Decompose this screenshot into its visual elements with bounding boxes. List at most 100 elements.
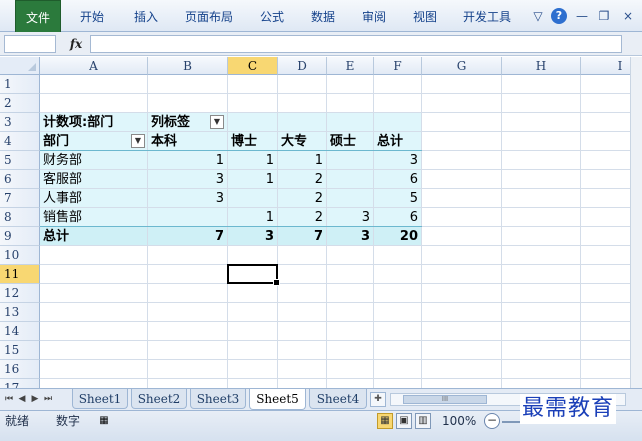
pivot-value-cell[interactable]: 6 [374,170,418,189]
pivot-grand-total-cell[interactable]: 3 [228,227,274,246]
tab-review[interactable]: 审阅 [358,0,390,32]
active-cell-c11[interactable] [227,264,280,286]
pivot-value-cell[interactable]: 1 [148,151,224,170]
help-icon[interactable]: ? [551,8,567,24]
formula-input[interactable] [90,35,622,53]
pivot-row-label-cell[interactable]: 人事部 [43,189,82,208]
page-layout-view-icon[interactable]: ▣ [396,413,412,429]
tab-formulas[interactable]: 公式 [256,0,288,32]
pivot-grand-total-cell[interactable]: 3 [327,227,370,246]
column-header-i[interactable]: I [581,57,630,75]
row-header-1[interactable]: 1 [0,75,40,94]
row-header-7[interactable]: 7 [0,189,40,208]
sheet-tab-sheet5[interactable]: Sheet5 [249,389,306,410]
pivot-value-cell[interactable]: 1 [228,170,274,189]
pivot-value-cell[interactable] [228,189,274,208]
macro-record-icon[interactable]: ▦ [96,414,112,428]
insert-sheet-icon[interactable]: ✚ [370,392,386,407]
pivot-value-cell[interactable]: 3 [148,170,224,189]
pivot-row-label-cell[interactable]: 销售部 [43,208,82,227]
pivot-value-cell[interactable]: 3 [374,151,418,170]
row-header-4[interactable]: 4 [0,132,40,151]
row-header-9[interactable]: 9 [0,227,40,246]
worksheet-grid[interactable]: A B C D E F G H I 1 2 3 4 5 6 7 8 9 10 11 12 13 14 15 16 17 计数项:部门… [0,57,630,388]
normal-view-icon[interactable]: ▦ [377,413,393,429]
column-header-c[interactable]: C [228,57,278,75]
column-header-g[interactable]: G [422,57,502,75]
column-header-a[interactable]: A [40,57,148,75]
column-header-e[interactable]: E [327,57,374,75]
row-labels-dropdown-icon[interactable]: ▼ [131,134,145,148]
pivot-grand-total-cell[interactable]: 20 [374,227,418,246]
restore-icon[interactable]: ❐ [596,8,612,24]
ribbon-options-icon[interactable]: ▽ [530,8,546,24]
pivot-value-cell[interactable]: 6 [374,208,418,227]
pivot-value-cell[interactable]: 2 [278,189,323,208]
pivot-column-header[interactable]: 大专 [281,132,307,151]
sheet-tab-sheet2[interactable]: Sheet2 [131,389,187,409]
row-header-2[interactable]: 2 [0,94,40,113]
pivot-row-label-cell[interactable]: 客服部 [43,170,82,189]
pivot-value-cell[interactable]: 1 [228,151,274,170]
minimize-icon[interactable]: — [574,8,590,24]
row-header-10[interactable]: 10 [0,246,40,265]
pivot-column-header[interactable]: 总计 [377,132,403,151]
column-header-h[interactable]: H [502,57,581,75]
tab-developer[interactable]: 开发工具 [459,0,515,32]
prev-sheet-nav-icon[interactable]: ◀ [16,393,28,406]
row-header-5[interactable]: 5 [0,151,40,170]
row-header-15[interactable]: 15 [0,341,40,360]
zoom-slider[interactable] [502,421,522,423]
tab-file[interactable]: 文件 [15,0,61,32]
pivot-grand-total-cell[interactable]: 7 [148,227,224,246]
tab-view[interactable]: 视图 [409,0,441,32]
column-labels-dropdown-icon[interactable]: ▼ [210,115,224,129]
pivot-value-cell[interactable]: 1 [278,151,323,170]
row-header-17[interactable]: 17 [0,379,40,388]
pivot-column-header[interactable]: 硕士 [330,132,356,151]
pivot-value-cell[interactable] [148,208,224,227]
pivot-value-cell[interactable] [327,151,370,170]
pivot-grand-total-cell[interactable]: 7 [278,227,323,246]
select-all-corner[interactable] [0,57,40,75]
row-header-6[interactable]: 6 [0,170,40,189]
page-break-view-icon[interactable]: ▥ [415,413,431,429]
pivot-value-cell[interactable]: 2 [278,208,323,227]
sheet-tab-sheet3[interactable]: Sheet3 [190,389,246,409]
row-header-12[interactable]: 12 [0,284,40,303]
column-header-b[interactable]: B [148,57,228,75]
zoom-level[interactable]: 100% [442,411,476,431]
pivot-column-label[interactable]: 列标签 [151,113,190,132]
last-sheet-nav-icon[interactable]: ⏭ [42,393,54,406]
pivot-value-cell[interactable]: 5 [374,189,418,208]
row-header-14[interactable]: 14 [0,322,40,341]
row-header-13[interactable]: 13 [0,303,40,322]
name-box[interactable] [4,35,56,53]
pivot-value-cell[interactable]: 1 [228,208,274,227]
row-header-3[interactable]: 3 [0,113,40,132]
tab-home[interactable]: 开始 [76,0,108,32]
close-icon[interactable]: × [620,8,636,24]
first-sheet-nav-icon[interactable]: ⏮ [3,393,15,406]
vertical-scrollbar[interactable] [630,57,642,388]
column-header-d[interactable]: D [278,57,327,75]
row-header-16[interactable]: 16 [0,360,40,379]
zoom-out-button[interactable]: − [484,413,500,429]
pivot-value-cell[interactable]: 3 [148,189,224,208]
column-header-f[interactable]: F [374,57,422,75]
row-header-11[interactable]: 11 [0,265,40,284]
sheet-tab-sheet4[interactable]: Sheet4 [309,389,367,409]
tab-insert[interactable]: 插入 [130,0,162,32]
pivot-value-cell[interactable]: 3 [327,208,370,227]
pivot-row-label-cell[interactable]: 财务部 [43,151,82,170]
tab-page-layout[interactable]: 页面布局 [181,0,237,32]
row-header-8[interactable]: 8 [0,208,40,227]
pivot-column-header[interactable]: 本科 [151,132,177,151]
pivot-value-cell[interactable] [327,189,370,208]
horizontal-scroll-thumb[interactable]: III [403,395,487,404]
pivot-grand-total-label[interactable]: 总计 [43,227,69,246]
pivot-row-label[interactable]: 部门 [43,132,69,151]
fx-icon[interactable]: fx [66,35,86,53]
pivot-value-cell[interactable]: 2 [278,170,323,189]
tab-data[interactable]: 数据 [307,0,339,32]
